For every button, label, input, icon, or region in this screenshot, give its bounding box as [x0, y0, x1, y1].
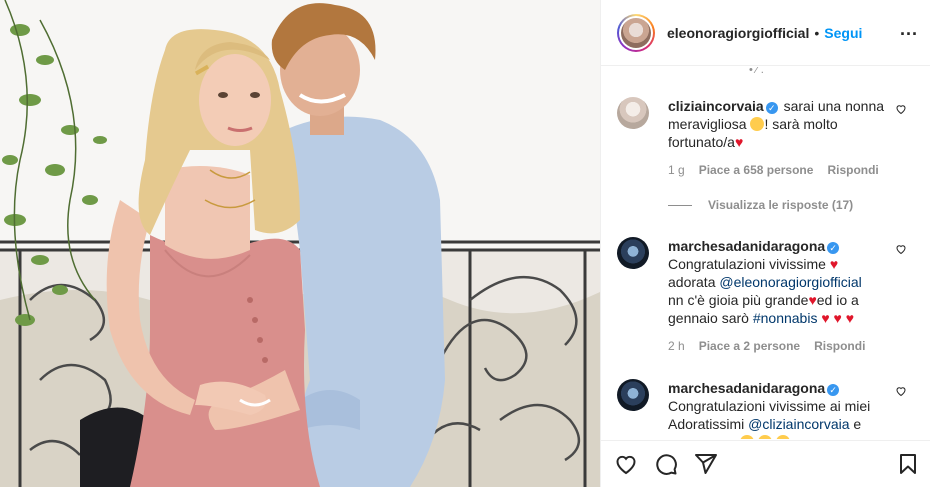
- reply-button[interactable]: Rispondi: [827, 161, 878, 179]
- post-author-username[interactable]: eleonoragiorgiofficial: [667, 25, 809, 41]
- comment-text: Congratulazioni vivissime ai miei: [668, 398, 871, 414]
- red-heart-emoji-icon: ♥: [829, 256, 839, 272]
- comment-time[interactable]: 1 g: [668, 161, 685, 179]
- view-replies-label: Visualizza le risposte (17): [708, 198, 854, 212]
- verified-badge-icon: ✓: [827, 242, 840, 254]
- comment-likes[interactable]: Piace a 658 persone: [699, 161, 814, 179]
- smile-emoji-icon: [757, 435, 772, 439]
- replies-divider: [668, 204, 692, 206]
- profile-avatar[interactable]: [617, 13, 655, 52]
- comment-item: cliziaincorvaia ✓ sarai una nonna meravig…: [617, 97, 917, 179]
- heart-outline-icon[interactable]: [895, 243, 907, 258]
- avatar-image: [621, 17, 651, 48]
- mention-link[interactable]: @eleonoragiorgiofficial: [719, 274, 861, 290]
- smile-emoji-icon: [775, 435, 790, 439]
- verified-badge-icon: ✓: [827, 384, 840, 396]
- comment-text: gennaio sarò: [668, 310, 749, 326]
- comment-text: Congratulazioni vivissime: [668, 256, 826, 272]
- comment-text: Adoratissimi: [668, 416, 745, 432]
- heart-outline-icon[interactable]: [613, 451, 639, 477]
- send-icon[interactable]: [693, 451, 719, 477]
- comment-text: nn c'è gioia più grande: [668, 292, 809, 308]
- cut-off-text: • ⁄ ,: [749, 67, 764, 73]
- comments-list[interactable]: • ⁄ , cliziaincorvaia ✓ sarai una nonna m…: [601, 67, 930, 439]
- comment-text: ! sarà molto: [764, 116, 838, 132]
- couple-photo-illustration: [0, 0, 600, 487]
- comment-username[interactable]: marchesadanidaragona: [668, 380, 825, 396]
- commenter-avatar[interactable]: [617, 379, 649, 411]
- reply-button[interactable]: Rispondi: [814, 337, 865, 355]
- comment-meta: 2 h Piace a 2 persone Rispondi: [668, 337, 898, 355]
- post-actions-bar: [601, 440, 930, 487]
- header-separator: •: [814, 24, 820, 41]
- smile-emoji-icon: [740, 435, 754, 439]
- comment-icon[interactable]: [653, 451, 679, 477]
- comment-time[interactable]: 2 h: [668, 337, 685, 355]
- comment-meta: 1 g Piace a 658 persone Rispondi: [668, 161, 898, 179]
- comment-body: cliziaincorvaia ✓ sarai una nonna meravig…: [668, 97, 898, 179]
- hashtag-link[interactable]: #nonnabis: [753, 310, 818, 326]
- red-heart-emoji-icon: ♥ ♥ ♥: [821, 310, 855, 326]
- star-eyes-emoji-icon: [750, 117, 765, 131]
- mention-link[interactable]: @cliziaincorvaia: [748, 416, 849, 432]
- follow-button[interactable]: Segui: [824, 25, 862, 41]
- heart-outline-icon[interactable]: [895, 103, 907, 118]
- comment-text: meravigliosa: [668, 116, 747, 132]
- commenter-avatar[interactable]: [617, 97, 649, 129]
- post-side-panel: eleonoragiorgiofficial • Segui ... • ⁄ ,…: [600, 0, 930, 487]
- avatar-border: [619, 15, 653, 50]
- verified-badge-icon: ✓: [765, 102, 778, 114]
- comment-text: sarai una nonna: [783, 98, 885, 114]
- comment-username[interactable]: marchesadanidaragona: [668, 238, 825, 254]
- view-replies-button[interactable]: Visualizza le risposte (17): [668, 198, 853, 212]
- comment-text: e: [853, 416, 862, 432]
- post-header: eleonoragiorgiofficial • Segui ...: [601, 0, 930, 66]
- comment-body: marchesadanidaragona ✓ Congratulazioni vi…: [668, 237, 898, 355]
- bookmark-icon[interactable]: [895, 451, 921, 477]
- post-photo[interactable]: [0, 0, 600, 487]
- comment-item: marchesadanidaragona ✓ Congratulazioni vi…: [617, 379, 917, 439]
- comment-likes[interactable]: Piace a 2 persone: [699, 337, 800, 355]
- commenter-avatar[interactable]: [617, 237, 649, 269]
- heart-outline-icon[interactable]: [895, 385, 907, 400]
- comment-text: fortunato/a: [668, 134, 735, 150]
- red-heart-emoji-icon: ♥: [734, 134, 744, 150]
- red-heart-emoji-icon: ♥: [808, 292, 817, 308]
- more-options-icon[interactable]: ...: [899, 20, 919, 42]
- comment-text: adorata: [668, 274, 716, 290]
- comment-text: ed io a: [816, 292, 859, 308]
- comment-body: marchesadanidaragona ✓ Congratulazioni vi…: [668, 379, 898, 439]
- comment-item: marchesadanidaragona ✓ Congratulazioni vi…: [617, 237, 917, 355]
- comment-username[interactable]: cliziaincorvaia: [668, 98, 764, 114]
